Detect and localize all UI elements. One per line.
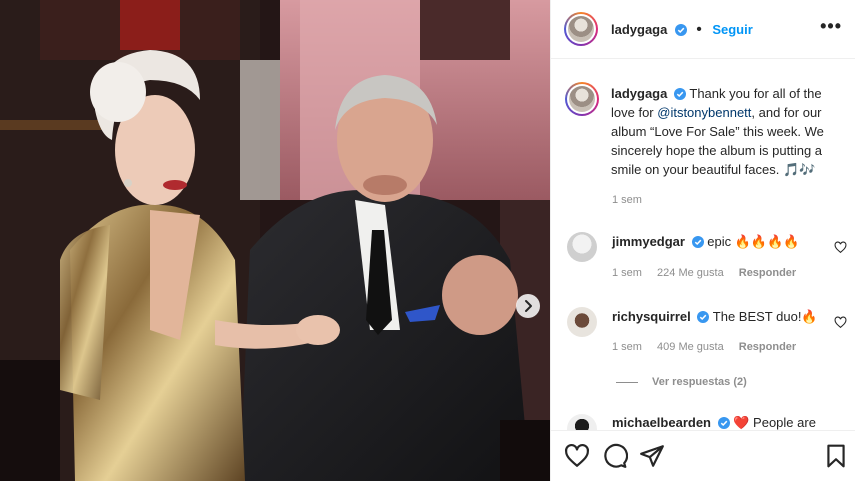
comment-likes[interactable]: 224 Me gusta [657, 267, 724, 279]
caption-avatar[interactable] [565, 82, 599, 116]
verified-badge-icon [673, 88, 686, 100]
replies-divider [616, 381, 638, 383]
comments-list[interactable]: ladygaga Thank you for all of the love f… [551, 60, 855, 430]
comment-likes[interactable]: 409 Me gusta [657, 341, 724, 353]
comment-text-row: richysquirrel The BEST duo!🔥 [612, 308, 827, 326]
comment-text: The BEST duo!🔥 [712, 309, 818, 324]
next-photo-button[interactable] [516, 294, 540, 318]
post-caption: ladygaga Thank you for all of the love f… [611, 84, 846, 179]
commenter-avatar[interactable] [567, 307, 597, 337]
verified-badge-icon [697, 311, 710, 323]
caption-username[interactable]: ladygaga [611, 86, 667, 101]
comment-meta: 1 sem 409 Me gusta Responder [612, 341, 808, 353]
heart-icon[interactable] [564, 443, 590, 469]
paper-plane-icon[interactable] [639, 443, 665, 469]
comment-time[interactable]: 1 sem [612, 341, 642, 353]
reply-button[interactable]: Responder [739, 267, 796, 279]
chevron-right-icon [525, 300, 532, 312]
comment-text-row: jimmyedgar epic 🔥🔥🔥🔥 [612, 233, 827, 251]
heart-icon[interactable] [834, 316, 847, 329]
follow-button[interactable]: Seguir [712, 22, 752, 37]
separator-dot: • [696, 21, 702, 38]
post-header: ladygaga • Seguir ••• [551, 0, 855, 59]
ellipsis-icon: ••• [820, 16, 842, 36]
verified-badge-icon [691, 236, 704, 248]
post-media[interactable] [0, 0, 550, 481]
caption-timestamp[interactable]: 1 sem [612, 194, 642, 206]
action-bar [551, 430, 855, 481]
author-avatar[interactable] [564, 12, 598, 46]
commenter-avatar[interactable] [567, 232, 597, 262]
bookmark-icon[interactable] [823, 443, 849, 469]
comment-bubble-icon[interactable] [602, 443, 628, 469]
comment-text: ❤️ People are [733, 415, 816, 430]
comment-time[interactable]: 1 sem [612, 267, 642, 279]
comment-meta: 1 sem 224 Me gusta Responder [612, 267, 808, 279]
reply-button[interactable]: Responder [739, 341, 796, 353]
view-replies-button[interactable]: Ver respuestas (2) [616, 376, 747, 388]
comment-username[interactable]: jimmyedgar [612, 234, 685, 249]
view-replies-label: Ver respuestas (2) [652, 376, 747, 388]
more-options-button[interactable]: ••• [820, 17, 842, 35]
verified-badge-icon [674, 24, 687, 36]
comment-text: epic 🔥🔥🔥🔥 [707, 234, 800, 249]
mention-link[interactable]: @itstonybennett [657, 105, 751, 120]
author-username[interactable]: ladygaga [611, 22, 667, 37]
post-side-panel: ladygaga • Seguir ••• ladygaga Thank you… [550, 0, 855, 481]
comment-text-row: michaelbearden ❤️ People are [612, 414, 827, 430]
comment-username[interactable]: richysquirrel [612, 309, 691, 324]
verified-badge-icon [717, 417, 730, 429]
heart-icon[interactable] [834, 241, 847, 254]
comment-username[interactable]: michaelbearden [612, 415, 711, 430]
post-photo [0, 0, 550, 481]
commenter-avatar[interactable] [567, 414, 597, 430]
